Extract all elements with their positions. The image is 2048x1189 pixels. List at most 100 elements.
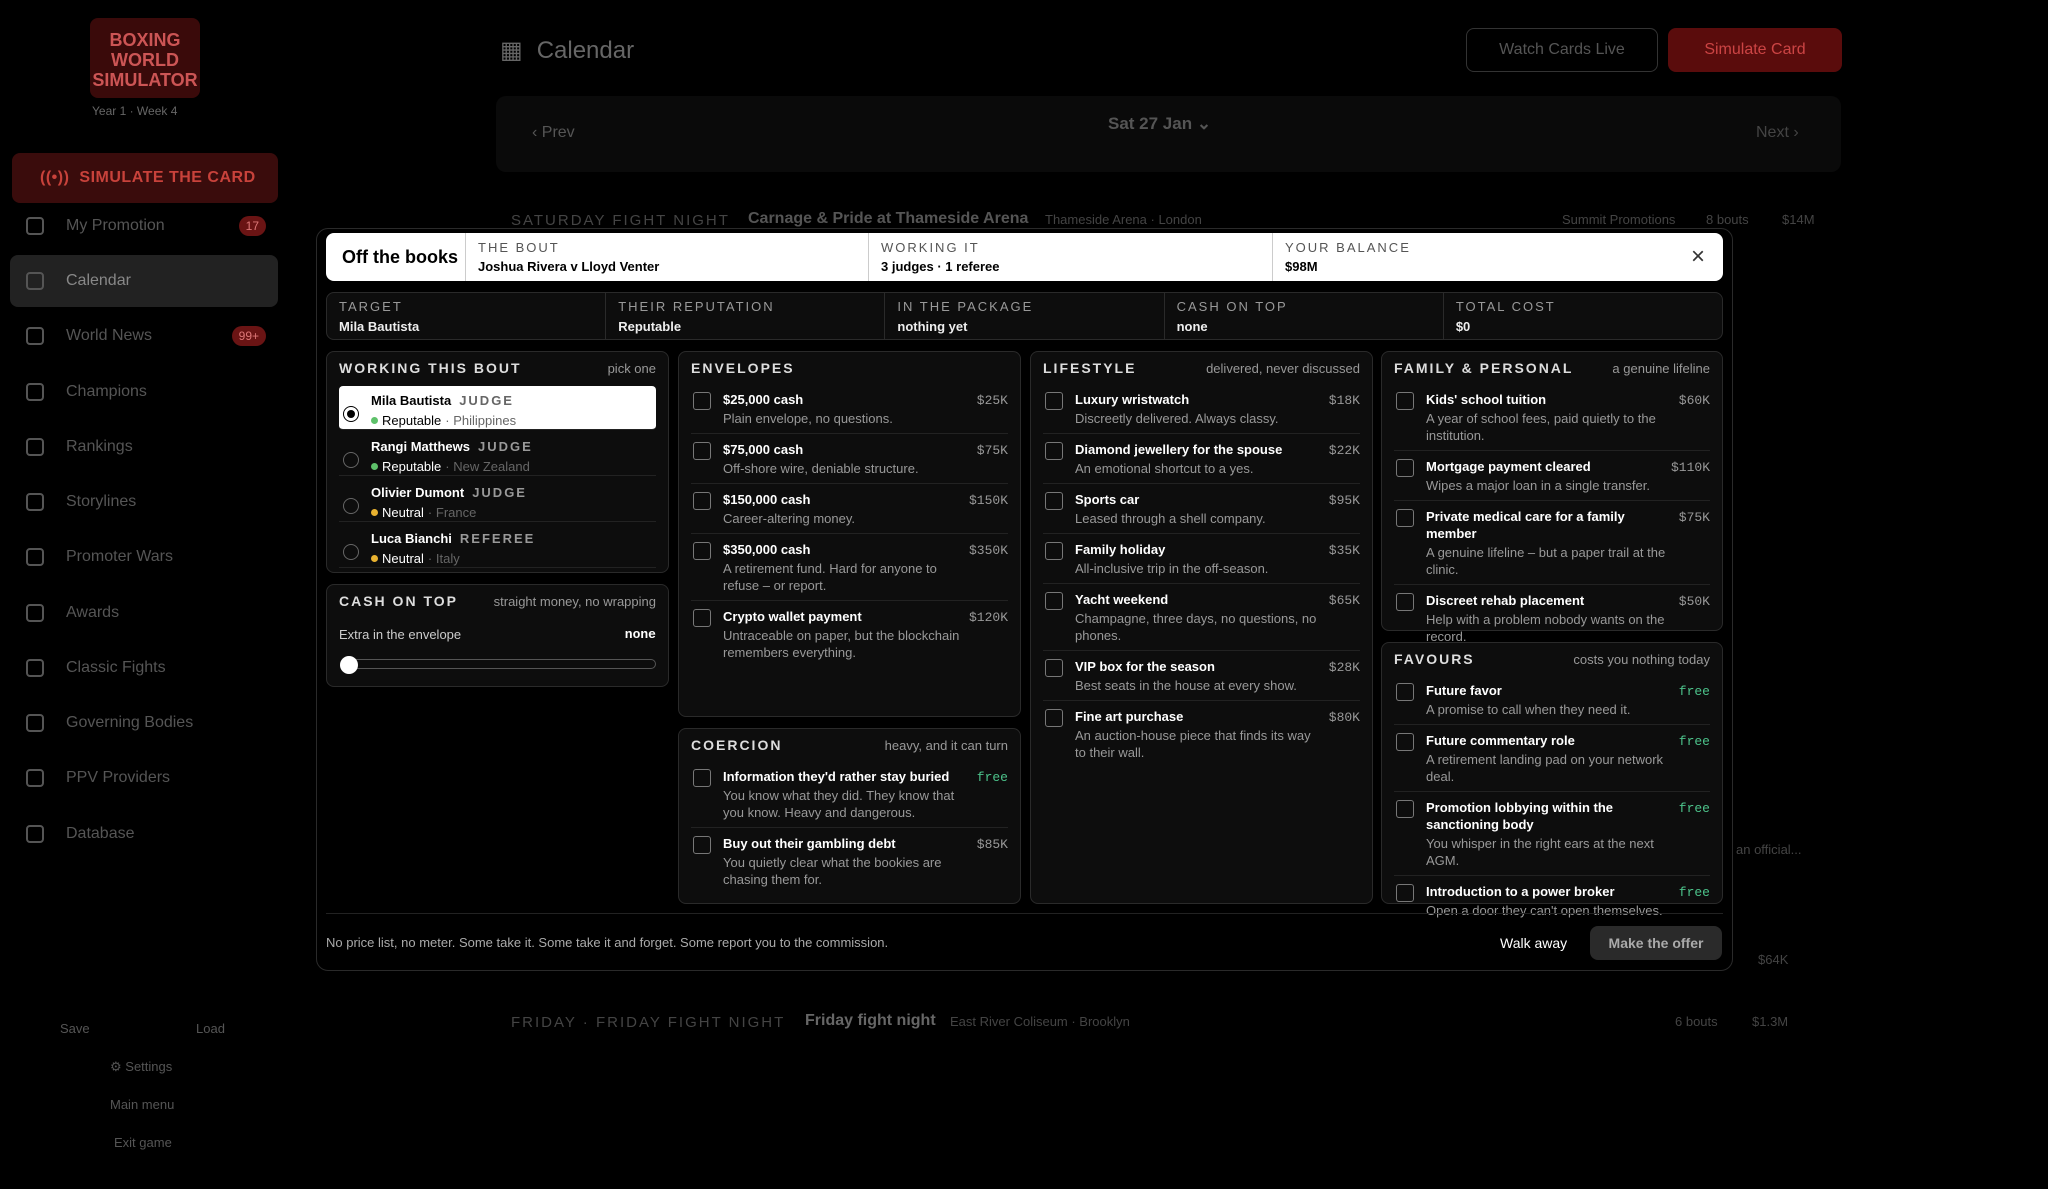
family-option[interactable]: Kids' school tuition A year of school fee… <box>1394 384 1710 444</box>
family-option[interactable]: Private medical care for a family member… <box>1394 500 1710 578</box>
checkbox[interactable] <box>1396 593 1414 611</box>
checkbox[interactable] <box>693 769 711 787</box>
simulate-card-button[interactable]: Simulate Card <box>1668 28 1842 72</box>
checkbox[interactable] <box>1396 509 1414 527</box>
checkbox[interactable] <box>1045 709 1063 727</box>
family-personal-panel: FAMILY & PERSONAL a genuine lifeline Kids'… <box>1381 351 1723 644</box>
make-offer-button[interactable]: Make the offer <box>1590 926 1722 960</box>
official-option[interactable]: Olivier Dumont JUDGE Neutral · France <box>339 478 656 522</box>
lifestyle-option[interactable]: Diamond jewellery for the spouse An emoti… <box>1043 433 1360 477</box>
checkbox[interactable] <box>1396 459 1414 477</box>
family-option[interactable]: Mortgage payment cleared Wipes a major lo… <box>1394 450 1710 494</box>
load-button[interactable]: Load <box>196 1021 225 1036</box>
radio-button[interactable] <box>343 452 359 468</box>
sidebar-item-3[interactable]: Champions <box>10 366 278 418</box>
checkbox[interactable] <box>693 492 711 510</box>
sidebar-item-4[interactable]: Rankings <box>10 421 278 473</box>
lifestyle-option[interactable]: Sports car Leased through a shell company… <box>1043 483 1360 527</box>
nav-icon <box>26 659 44 677</box>
sidebar-item-9[interactable]: Governing Bodies <box>10 697 278 749</box>
checkbox[interactable] <box>693 836 711 854</box>
favours-option[interactable]: Future favor A promise to call when they … <box>1394 675 1710 718</box>
nav-icon <box>26 548 44 566</box>
dialog-header: Off the books THE BOUT Joshua Rivera v L… <box>326 233 1723 281</box>
prev-button[interactable]: ‹ Prev <box>532 124 575 142</box>
event-venue-2: East River Coliseum · Brooklyn <box>950 1014 1130 1029</box>
radio-button[interactable] <box>343 498 359 514</box>
lifestyle-option[interactable]: Family holiday All-inclusive trip in the … <box>1043 533 1360 577</box>
checkbox[interactable] <box>1396 392 1414 410</box>
lifestyle-option[interactable]: VIP box for the season Best seats in the … <box>1043 650 1360 694</box>
watch-cards-live-button[interactable]: Watch Cards Live <box>1466 28 1658 72</box>
sidebar-item-2[interactable]: World News 99+ <box>10 310 278 362</box>
envelopes-option[interactable]: $75,000 cash Off-shore wire, deniable str… <box>691 433 1008 477</box>
cash-slider-handle[interactable] <box>340 656 358 674</box>
summary-cash: CASH ON TOP none <box>1165 293 1444 339</box>
date-picker[interactable]: Sat 27 Jan ⌄ <box>1108 114 1211 134</box>
coercion-option[interactable]: Buy out their gambling debt You quietly c… <box>691 827 1008 888</box>
checkbox[interactable] <box>1396 733 1414 751</box>
checkbox[interactable] <box>693 542 711 560</box>
simulate-the-card-button[interactable]: ((•)) SIMULATE THE CARD <box>12 153 278 203</box>
price: free <box>976 770 1008 785</box>
next-button[interactable]: Next › <box>1756 124 1799 142</box>
price: free <box>1678 801 1710 816</box>
sidebar-item-7[interactable]: Awards <box>10 587 278 639</box>
checkbox[interactable] <box>1045 592 1063 610</box>
price: $25K <box>976 393 1008 408</box>
event-name[interactable]: Carnage & Pride at Thameside Arena <box>748 210 1028 228</box>
event-bouts-2: 6 bouts <box>1675 1014 1718 1029</box>
save-button[interactable]: Save <box>60 1021 90 1036</box>
favours-option[interactable]: Promotion lobbying within the sanctionin… <box>1394 791 1710 869</box>
official-option[interactable]: Rangi Matthews JUDGE Reputable · New Zealan… <box>339 432 656 476</box>
checkbox[interactable] <box>1396 884 1414 902</box>
main-menu-button[interactable]: Main menu <box>110 1097 174 1112</box>
envelopes-option[interactable]: Crypto wallet payment Untraceable on pape… <box>691 600 1008 661</box>
checkbox[interactable] <box>1396 800 1414 818</box>
official-option[interactable]: Luca Bianchi REFEREE Neutral · Italy <box>339 524 656 568</box>
nav-icon <box>26 769 44 787</box>
reputation-dot <box>371 417 378 424</box>
radio-button[interactable] <box>343 544 359 560</box>
lifestyle-option[interactable]: Fine art purchase An auction-house piece … <box>1043 700 1360 761</box>
sidebar-item-0[interactable]: My Promotion 17 <box>10 200 278 252</box>
family-option[interactable]: Discreet rehab placement Help with a prob… <box>1394 584 1710 645</box>
checkbox[interactable] <box>1045 542 1063 560</box>
price: $22K <box>1328 443 1360 458</box>
sidebar-item-10[interactable]: PPV Providers <box>10 752 278 804</box>
lifestyle-option[interactable]: Yacht weekend Champagne, three days, no q… <box>1043 583 1360 644</box>
checkbox[interactable] <box>693 442 711 460</box>
checkbox[interactable] <box>1045 392 1063 410</box>
walk-away-button[interactable]: Walk away <box>1500 935 1567 951</box>
cash-slider-track[interactable] <box>340 659 656 669</box>
checkbox[interactable] <box>693 609 711 627</box>
settings-button[interactable]: ⚙ Settings <box>110 1059 172 1075</box>
checkbox[interactable] <box>693 392 711 410</box>
coercion-option[interactable]: Information they'd rather stay buried You… <box>691 761 1008 821</box>
sidebar-item-6[interactable]: Promoter Wars <box>10 531 278 583</box>
checkbox[interactable] <box>1045 492 1063 510</box>
checkbox[interactable] <box>1396 683 1414 701</box>
broadcast-icon: ((•)) <box>40 169 70 186</box>
sidebar-item-11[interactable]: Database <box>10 808 278 860</box>
lifestyle-option[interactable]: Luxury wristwatch Discreetly delivered. A… <box>1043 384 1360 427</box>
sidebar-item-5[interactable]: Storylines <box>10 476 278 528</box>
official-option[interactable]: Mila Bautista JUDGE Reputable · Philippines <box>339 386 656 430</box>
close-icon[interactable]: × <box>1673 233 1723 281</box>
sidebar-item-8[interactable]: Classic Fights <box>10 642 278 694</box>
envelopes-option[interactable]: $350,000 cash A retirement fund. Hard for… <box>691 533 1008 594</box>
favours-option[interactable]: Future commentary role A retirement landi… <box>1394 724 1710 785</box>
envelopes-panel: ENVELOPES $25,000 cash Plain envelope, no … <box>678 351 1021 717</box>
price: $150K <box>968 493 1008 508</box>
envelopes-option[interactable]: $150,000 cash Career-altering money. $150K <box>691 483 1008 527</box>
price: $28K <box>1328 660 1360 675</box>
nav-icon <box>26 604 44 622</box>
envelopes-option[interactable]: $25,000 cash Plain envelope, no questions… <box>691 384 1008 427</box>
checkbox[interactable] <box>1045 442 1063 460</box>
radio-button[interactable] <box>343 406 359 422</box>
exit-game-button[interactable]: Exit game <box>114 1135 172 1150</box>
event-name-2[interactable]: Friday fight night <box>805 1012 936 1030</box>
sidebar-item-1[interactable]: Calendar <box>10 255 278 307</box>
checkbox[interactable] <box>1045 659 1063 677</box>
price: $95K <box>1328 493 1360 508</box>
